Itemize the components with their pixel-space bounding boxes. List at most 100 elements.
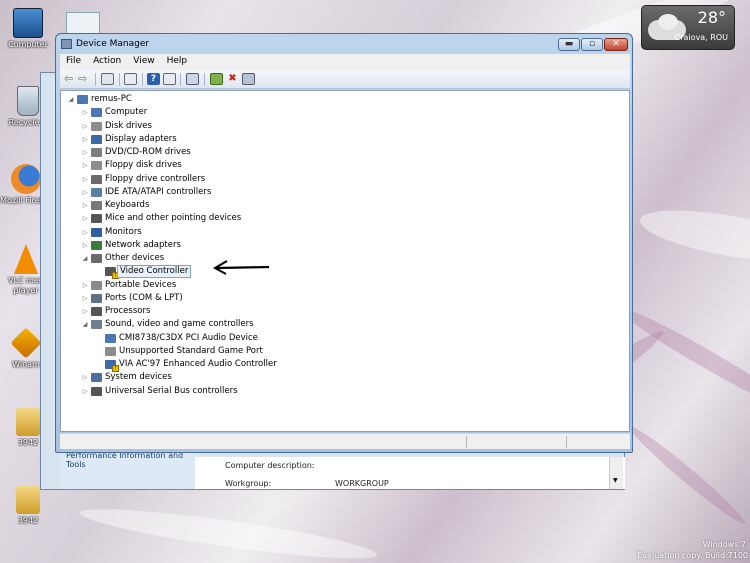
expand-triangle-icon[interactable]: ▷ [81, 186, 89, 199]
windows-watermark-line2: Evaluation copy. Build 7100 [637, 551, 748, 560]
collapse-triangle-icon[interactable]: ◢ [81, 252, 89, 265]
folder-icon [16, 408, 40, 436]
workgroup-label: Workgroup: [225, 479, 272, 488]
menu-action[interactable]: Action [87, 54, 127, 66]
expand-triangle-icon[interactable]: ▷ [81, 146, 89, 159]
tree-item-label: Keyboards [105, 200, 150, 210]
device-category-icon [91, 373, 102, 383]
toolbar: ⇦ ⇨ ? ✖ [60, 70, 630, 89]
expand-triangle-icon[interactable]: ▷ [81, 239, 89, 252]
device-manager-window[interactable]: Device Manager ▬ ▫ ✕ File Action View Help … [55, 33, 633, 453]
show-hide-console-tree-icon[interactable] [101, 73, 114, 85]
tree-item-label: System devices [105, 372, 172, 383]
cloud-icon [658, 14, 678, 30]
menu-view[interactable]: View [127, 54, 160, 66]
menu-help[interactable]: Help [161, 54, 194, 66]
disable-device-icon[interactable] [242, 73, 255, 85]
annotation-arrow [212, 260, 270, 275]
expand-triangle-icon[interactable]: ▷ [81, 385, 89, 398]
performance-tools-link[interactable]: Performance Information and Tools [66, 451, 186, 469]
device-category-icon [91, 307, 102, 316]
desktop-window-thumbnail[interactable] [66, 12, 100, 34]
expand-triangle-icon[interactable]: ▷ [81, 226, 89, 239]
device-category-icon [105, 333, 116, 343]
toolbar-separator [180, 73, 181, 86]
back-arrow-icon[interactable]: ⇦ [64, 73, 77, 85]
device-category-icon: ! [105, 267, 119, 280]
computer-description-label: Computer description: [225, 461, 315, 470]
status-divider [566, 436, 567, 448]
expand-triangle-icon[interactable]: ▷ [81, 133, 89, 146]
expand-triangle-icon[interactable]: ▷ [81, 212, 89, 225]
minimize-button[interactable]: ▬ [558, 38, 580, 51]
device-manager-app-icon [61, 39, 72, 49]
close-button[interactable]: ✕ [604, 38, 628, 51]
tree-item-label: Portable Devices [105, 279, 177, 290]
scan-hardware-changes-icon[interactable] [186, 73, 199, 85]
collapse-triangle-icon[interactable]: ◢ [81, 318, 89, 331]
tree-item-label: Display adapters [105, 133, 177, 144]
device-category-icon [91, 386, 102, 396]
device-category-icon [91, 293, 102, 303]
tree-item-label: CMI8738/C3DX PCI Audio Device [119, 332, 258, 343]
wallpaper-petal [636, 200, 750, 271]
winamp-icon [10, 327, 42, 359]
device-category-icon [91, 148, 102, 157]
device-category-icon [91, 108, 102, 118]
wallpaper-petal [625, 421, 750, 529]
toolbar-separator [95, 73, 96, 86]
expand-triangle-icon[interactable]: ▷ [81, 292, 89, 305]
help-icon[interactable]: ? [147, 73, 160, 85]
collapse-triangle-icon[interactable]: ◢ [67, 93, 75, 106]
expand-triangle-icon[interactable]: ▷ [81, 199, 89, 212]
device-category-icon [91, 254, 102, 263]
expand-triangle-icon[interactable]: ▷ [81, 371, 89, 384]
tree-item-label: IDE ATA/ATAPI controllers [105, 186, 212, 197]
device-category-icon [91, 134, 102, 144]
scroll-down-arrow-icon[interactable]: ▼ [613, 477, 618, 484]
device-category-icon [91, 280, 102, 290]
maximize-button[interactable]: ▫ [581, 38, 603, 51]
tree-item-label: Network adapters [105, 239, 181, 250]
properties-icon[interactable] [124, 73, 137, 85]
expand-triangle-icon[interactable]: ▷ [81, 159, 89, 172]
expand-triangle-icon[interactable]: ▷ [81, 106, 89, 119]
tree-item-label: Universal Serial Bus controllers [105, 385, 238, 396]
device-category-icon [91, 161, 102, 171]
desktop-icon-computer[interactable]: Computer [2, 8, 54, 49]
weather-gadget[interactable]: 28° Craiova, ROU [641, 5, 735, 50]
title-bar[interactable]: Device Manager ▬ ▫ ✕ [56, 34, 632, 54]
tree-item-label: Sound, video and game controllers [105, 319, 254, 330]
tree-item-label: Ports (COM & LPT) [105, 292, 183, 303]
vertical-scrollbar[interactable]: ▼ [609, 457, 623, 489]
tree-item-label: DVD/CD-ROM drives [105, 147, 191, 157]
update-driver-icon[interactable] [210, 73, 223, 85]
forward-arrow-icon[interactable]: ⇨ [78, 73, 91, 85]
expand-triangle-icon[interactable]: ▷ [81, 173, 89, 186]
device-category-icon [91, 121, 102, 131]
expand-triangle-icon[interactable]: ▷ [81, 120, 89, 133]
desktop-icon-folder-3942[interactable]: 3942 [2, 486, 54, 525]
menu-file[interactable]: File [60, 54, 87, 66]
device-category-icon [91, 201, 102, 210]
tree-item-label: Other devices [105, 253, 165, 263]
device-category-icon [105, 346, 116, 356]
expand-triangle-icon[interactable]: ▷ [81, 305, 89, 318]
vlc-cone-icon [14, 244, 38, 274]
device-category-icon [77, 95, 88, 104]
device-tree: ◢ remus-PC ▷ Computer ▷ Disk drives ▷ Display a… [60, 90, 630, 432]
uninstall-device-icon[interactable]: ✖ [226, 73, 239, 85]
folder-icon [16, 486, 40, 514]
tree-item-label: Floppy disk drives [105, 160, 182, 171]
action-pane-icon[interactable] [163, 73, 176, 85]
device-category-icon [91, 240, 102, 250]
expand-triangle-icon[interactable]: ▷ [81, 279, 89, 292]
firefox-icon [11, 164, 41, 194]
toolbar-separator [204, 73, 205, 86]
system-details-pane: Computer description: Workgroup: WORKGRO… [195, 457, 625, 489]
tree-item-label: Monitors [105, 226, 142, 237]
computer-icon [13, 8, 43, 38]
wallpaper-petal [78, 500, 379, 563]
tree-item-label: Floppy drive controllers [105, 173, 206, 184]
toolbar-separator [142, 73, 143, 86]
